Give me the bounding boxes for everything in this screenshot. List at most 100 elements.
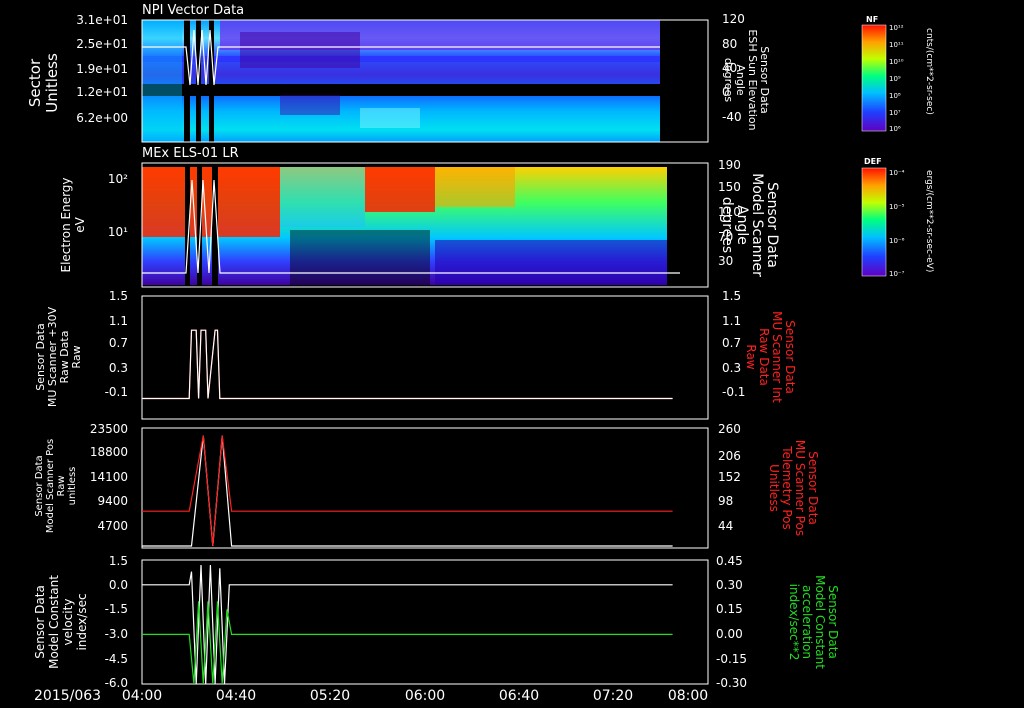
- p3-ytick: 1.1: [109, 314, 128, 328]
- p2-ylabel-line: eV: [73, 216, 87, 232]
- p4-ylabel-line: Sensor Data: [34, 455, 45, 516]
- p4-ytick: 9400: [97, 494, 128, 508]
- p1-ylabel-line: Unitless: [43, 53, 61, 113]
- p3-y2tick: 1.5: [722, 289, 741, 303]
- p5-ytick: 0.0: [109, 578, 128, 592]
- p2-y2tick: 30: [718, 254, 733, 268]
- panel-mu-scanner-raw: 1.5 1.1 0.7 0.3 -0.1 1.5 1.1 0.7 0.3 -0.…: [34, 289, 797, 420]
- p3-y2label-line: MU Scanner Int: [770, 311, 784, 403]
- p4-ytick: 14100: [90, 470, 128, 484]
- p4-y2tick: 260: [718, 422, 741, 436]
- p3-y2label-line: Raw Data: [757, 328, 771, 386]
- p4-ylabel-line: Model Scanner Pos: [45, 439, 56, 533]
- p2-y2label-line: Model Scanner: [749, 173, 765, 277]
- panel-2-left-ticks: 10² 10¹: [108, 172, 128, 239]
- line-traces: [142, 329, 673, 685]
- panel-npi-vector-data: NPI Vector Data 3.1e+01 2.5e+01 1.9e+01 …: [26, 3, 934, 143]
- time-tick: 04:00: [122, 688, 162, 704]
- p1-cbar-tick: 10⁹: [889, 75, 901, 83]
- p2-y2label-line: degrees: [719, 197, 735, 253]
- p3-ylabel-line: Raw: [70, 345, 83, 368]
- p3-y2label-line: Sensor Data: [783, 320, 797, 394]
- p2-y2label-line: Sensor Data: [764, 182, 780, 268]
- p5-y2tick: 0.15: [716, 602, 743, 616]
- p1-y2label-line: degrees: [722, 58, 735, 103]
- p1-ytick: 1.9e+01: [76, 62, 128, 76]
- time-tick: 05:20: [310, 688, 350, 704]
- multi-panel-time-series: NPI Vector Data 3.1e+01 2.5e+01 1.9e+01 …: [26, 3, 934, 704]
- p5-ytick: -1.5: [105, 602, 128, 616]
- p1-colorbar-unit: cnts/(cm**2-sr-sec): [924, 28, 934, 115]
- panel-5-right-ticks: 0.45 0.30 0.15 0.00 -0.15 -0.30: [716, 554, 747, 690]
- panel-3-frame: [141, 295, 709, 420]
- p4-y2label-line: Unitless: [767, 464, 781, 512]
- p1-cbar-tick: 10⁶: [889, 125, 901, 133]
- p1-ytick: 2.5e+01: [76, 37, 128, 51]
- p2-cbar-tick: 10⁻⁷: [889, 270, 905, 278]
- panel-model-constant: 1.5 0.0 -1.5 -3.0 -4.5 -6.0 0.45 0.30 0.…: [33, 554, 840, 690]
- p4-ylabel-line: Raw: [56, 475, 67, 496]
- panel-2-heatmap: [142, 167, 667, 285]
- p5-ylabel-line: Model Constant: [47, 575, 61, 669]
- p4-y2tick: 98: [718, 494, 733, 508]
- time-tick: 04:40: [216, 688, 256, 704]
- p5-y2tick: 0.00: [716, 627, 743, 641]
- p1-y2tick: -40: [722, 110, 742, 124]
- p4-y2tick: 152: [718, 470, 741, 484]
- time-axis: 2015/063 04:00 04:40 05:20 06:00 06:40 0…: [34, 688, 708, 704]
- p2-cbar-tick: 10⁻⁵: [889, 203, 905, 211]
- p4-ytick: 18800: [90, 445, 128, 459]
- panel-3-series-1: [142, 329, 673, 400]
- p4-y2label-line: Sensor Data: [806, 451, 820, 525]
- p4-y2tick: 206: [718, 449, 741, 463]
- panel-mex-els: MEx ELS-01 LR 10² 10¹ 190 150 110 70 30: [59, 146, 934, 288]
- p5-ytick: -4.5: [105, 652, 128, 666]
- p1-colorbar-title: NF: [866, 15, 878, 24]
- panel-1-colorbar: NF 10¹² 10¹¹ 10¹⁰ 10⁹ 10⁸ 10⁷ 10⁶ cnts/(…: [861, 15, 934, 133]
- panel-scanner-pos: 23500 18800 14100 9400 4700 260 206 152 …: [34, 422, 820, 549]
- panel-4-right-axis-label: Sensor Data MU Scanner Pos Telemetry Pos…: [767, 440, 820, 536]
- date-label: 2015/063: [34, 688, 101, 704]
- p5-y2label-line: index/sec**2: [787, 584, 801, 661]
- panel-5-left-ticks: 1.5 0.0 -1.5 -3.0 -4.5 -6.0: [105, 554, 128, 690]
- panel-2-title: MEx ELS-01 LR: [142, 146, 239, 161]
- p1-ytick: 6.2e+00: [76, 111, 128, 125]
- p3-ytick: -0.1: [105, 385, 128, 399]
- p5-y2tick: 0.30: [716, 578, 743, 592]
- panel-3-left-ticks: 1.5 1.1 0.7 0.3 -0.1: [105, 289, 128, 399]
- p4-y2label-line: MU Scanner Pos: [793, 440, 807, 536]
- panel-5-left-axis-label: Sensor Data Model Constant velocity inde…: [33, 575, 89, 669]
- p2-colorbar-title: DEF: [864, 157, 882, 166]
- panel-3-right-ticks: 1.5 1.1 0.7 0.3 -0.1: [722, 289, 745, 399]
- panel-2-colorbar: DEF 10⁻⁴ 10⁻⁵ 10⁻⁶ 10⁻⁷ ergs/(cm**2-sr-s…: [861, 157, 934, 278]
- panel-1-left-ticks: 3.1e+01 2.5e+01 1.9e+01 1.2e+01 6.2e+00: [76, 13, 128, 125]
- p3-ytick: 0.3: [109, 361, 128, 375]
- p5-ylabel-line: Sensor Data: [33, 585, 47, 659]
- time-tick: 08:00: [668, 688, 708, 704]
- p2-y2tick: 150: [718, 180, 741, 194]
- p4-ytick: 4700: [97, 519, 128, 533]
- panel-4-series-0: [142, 435, 673, 547]
- panel-3-right-axis-label: Sensor Data MU Scanner Int Raw Data Raw: [744, 311, 797, 403]
- p5-ylabel-line: index/sec: [75, 593, 89, 650]
- p5-y2label-line: acceleration: [800, 585, 814, 659]
- panel-4-series-1: [142, 435, 673, 547]
- p1-y2tick: 120: [722, 12, 745, 26]
- p2-ytick: 10¹: [108, 225, 128, 239]
- p5-ytick: -3.0: [105, 627, 128, 641]
- p2-colorbar-unit: ergs/(cm**2-sr-sec-eV): [924, 170, 934, 272]
- p5-ylabel-line: velocity: [61, 599, 75, 646]
- p3-y2tick: 0.7: [722, 336, 741, 350]
- panel-4-left-ticks: 23500 18800 14100 9400 4700: [90, 422, 128, 533]
- p2-ylabel-line: Electron Energy: [59, 177, 73, 272]
- p3-y2tick: 1.1: [722, 314, 741, 328]
- p5-y2tick: 0.45: [716, 554, 743, 568]
- time-tick: 07:20: [593, 688, 633, 704]
- p4-ylabel-line: unitless: [67, 467, 78, 506]
- p5-y2tick: -0.30: [716, 676, 747, 690]
- p5-y2tick: -0.15: [716, 652, 747, 666]
- panel-5-right-axis-label: Sensor Data Model Constant acceleration …: [787, 575, 840, 669]
- p5-ytick: 1.5: [109, 554, 128, 568]
- p4-ytick: 23500: [90, 422, 128, 436]
- time-tick: 06:40: [499, 688, 539, 704]
